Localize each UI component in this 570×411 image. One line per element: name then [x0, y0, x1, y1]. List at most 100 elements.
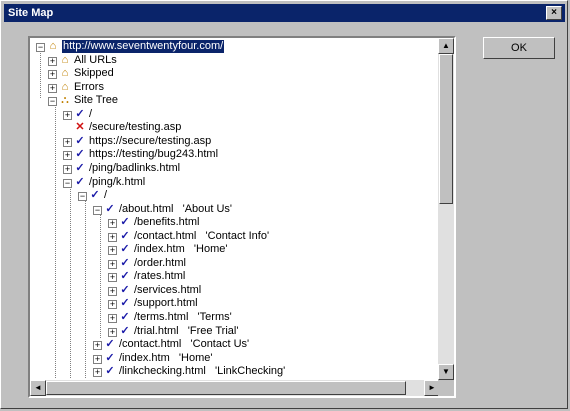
collapse-icon[interactable]: − [48, 97, 57, 106]
tree-node[interactable]: + ⌂ All URLs [30, 54, 435, 67]
check-icon: ✓ [75, 148, 85, 160]
scroll-up-button[interactable]: ▲ [438, 38, 454, 54]
arrow-down-icon: ▼ [442, 367, 450, 376]
expand-icon[interactable]: + [108, 328, 117, 337]
arrow-up-icon: ▲ [442, 41, 450, 50]
tree-node-label: /linkchecking.html 'LinkChecking' [119, 365, 286, 377]
collapse-icon[interactable]: − [93, 206, 102, 215]
scrollbar-corner [438, 380, 454, 396]
tree-node[interactable]: + ✓ /index.htm 'Home' [30, 243, 435, 256]
scroll-down-button[interactable]: ▼ [438, 364, 454, 380]
tree-node[interactable]: − ⌂ http://www.seventwentyfour.com/ [30, 40, 435, 53]
check-icon: ✓ [120, 216, 130, 228]
check-icon: ✓ [120, 243, 130, 255]
expand-icon[interactable]: + [108, 273, 117, 282]
tree-node-label: /trial.html 'Free Trial' [134, 325, 239, 337]
tree-node-label: /benefits.html [134, 216, 200, 228]
check-icon: ✓ [105, 338, 115, 350]
tree-node[interactable]: + ✓ / [30, 108, 435, 121]
tree-node[interactable]: + ✓ /index.htm 'Home' [30, 352, 435, 365]
tree-node[interactable]: − ✓ /about.html 'About Us' [30, 203, 435, 216]
tree-node-label: https://testing/bug243.html [89, 148, 219, 160]
tree-node[interactable]: + ✓ /ping/badlinks.html [30, 162, 435, 175]
tree-node-label: /services.html [134, 284, 202, 296]
expand-icon[interactable]: + [108, 287, 117, 296]
tree-node[interactable]: + ✓ https://testing/bug243.html [30, 148, 435, 161]
check-icon: ✓ [120, 284, 130, 296]
horizontal-scrollbar[interactable]: ◄ ► [30, 380, 440, 396]
tree-node-label: /rates.html [134, 270, 186, 282]
collapse-icon[interactable]: − [78, 192, 87, 201]
check-icon: ✓ [120, 325, 130, 337]
tree-node[interactable]: − ⛬ Site Tree [30, 94, 435, 107]
expand-icon[interactable]: + [93, 355, 102, 364]
tree-node-label: /index.htm 'Home' [134, 243, 228, 255]
check-icon: ✓ [105, 352, 115, 364]
expand-icon[interactable]: + [63, 151, 72, 160]
site-map-tree[interactable]: − ⌂ http://www.seventwentyfour.com/+ ⌂ All U… [28, 36, 456, 398]
arrow-left-icon: ◄ [34, 383, 42, 392]
check-icon: ✓ [75, 162, 85, 174]
title-bar[interactable]: Site Map × [4, 4, 565, 22]
expand-icon[interactable]: + [108, 219, 117, 228]
tree-node[interactable]: + ⌂ Skipped [30, 67, 435, 80]
horizontal-scroll-thumb[interactable] [46, 381, 406, 395]
tree-rows: − ⌂ http://www.seventwentyfour.com/+ ⌂ All U… [30, 38, 440, 380]
tree-node-label: Skipped [74, 67, 114, 79]
tree-node[interactable]: + ✓ /rates.html [30, 270, 435, 283]
tree-node[interactable]: + ✓ /support.html [30, 297, 435, 310]
expand-icon[interactable]: + [48, 70, 57, 79]
tree-node[interactable]: + ✓ /trial.html 'Free Trial' [30, 325, 435, 338]
tree-node[interactable]: + ✓ https://secure/testing.asp [30, 135, 435, 148]
expand-icon[interactable]: + [108, 300, 117, 309]
tree-node[interactable]: + ✓ /order.html [30, 257, 435, 270]
tree-node[interactable]: + ✓ /benefits.html [30, 216, 435, 229]
tree-node[interactable]: + ✓ /services.html [30, 284, 435, 297]
tree-node-label: /contact.html 'Contact Info' [134, 230, 270, 242]
check-icon: ✓ [120, 311, 130, 323]
ok-button[interactable]: OK [483, 37, 555, 59]
tree-node-label: /order.html [134, 257, 186, 269]
check-icon: ✓ [90, 189, 100, 201]
collapse-icon[interactable]: − [63, 179, 72, 188]
expand-icon[interactable]: + [48, 57, 57, 66]
tree-node-label: / [104, 189, 108, 201]
expand-icon[interactable]: + [108, 246, 117, 255]
tree-node[interactable]: ✕ /secure/testing.asp [30, 121, 435, 134]
error-x-icon: ✕ [75, 121, 85, 133]
tree-node[interactable]: − ✓ /ping/k.html [30, 176, 435, 189]
tree-node[interactable]: + ✓ /terms.html 'Terms' [30, 311, 435, 324]
arrow-right-icon: ► [428, 383, 436, 392]
tree-node-label: /terms.html 'Terms' [134, 311, 232, 323]
expand-icon[interactable]: + [93, 368, 102, 377]
house-icon: ⌂ [61, 81, 69, 93]
house-icon: ⌂ [49, 40, 57, 52]
expand-icon[interactable]: + [48, 84, 57, 93]
tree-node[interactable]: + ⌂ Errors [30, 81, 435, 94]
expand-icon[interactable]: + [108, 314, 117, 323]
expand-icon[interactable]: + [63, 165, 72, 174]
vertical-scrollbar[interactable]: ▲ ▼ [438, 38, 454, 380]
check-icon: ✓ [75, 108, 85, 120]
expand-icon[interactable]: + [93, 341, 102, 350]
tree-node-label: /secure/testing.asp [89, 121, 182, 133]
expand-icon[interactable]: + [108, 233, 117, 242]
check-icon: ✓ [75, 176, 85, 188]
collapse-icon[interactable]: − [36, 43, 45, 52]
tree-node-label: /about.html 'About Us' [119, 203, 233, 215]
tree-node[interactable]: + ✓ /linkchecking.html 'LinkChecking' [30, 365, 435, 378]
tree-node-label: / [89, 108, 93, 120]
expand-icon[interactable]: + [63, 111, 72, 120]
expand-icon[interactable]: + [63, 138, 72, 147]
expand-icon[interactable]: + [108, 260, 117, 269]
scroll-left-button[interactable]: ◄ [30, 380, 46, 396]
network-icon: ⛬ [61, 94, 69, 106]
check-icon: ✓ [120, 270, 130, 282]
tree-node[interactable]: + ✓ /contact.html 'Contact Info' [30, 230, 435, 243]
tree-node[interactable]: + ✓ /contact.html 'Contact Us' [30, 338, 435, 351]
close-button[interactable]: × [546, 6, 562, 20]
tree-node[interactable]: − ✓ / [30, 189, 435, 202]
tree-node-label: /index.htm 'Home' [119, 352, 213, 364]
check-icon: ✓ [105, 365, 115, 377]
vertical-scroll-thumb[interactable] [439, 54, 453, 204]
